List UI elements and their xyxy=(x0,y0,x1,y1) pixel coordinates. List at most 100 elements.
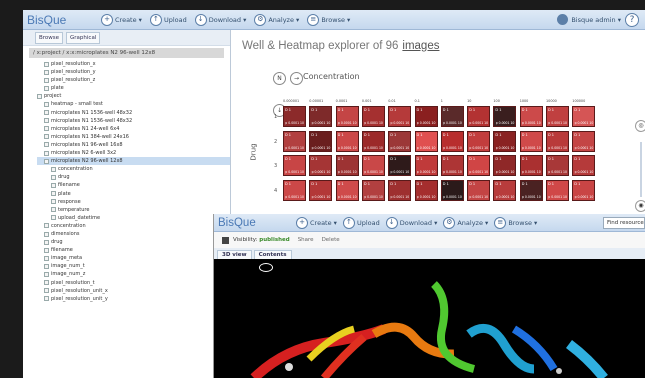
heatmap-well[interactable]: D 1 p 0.0001 10 xyxy=(546,106,569,127)
heatmap-well[interactable]: D 1 p 0.0001 10 xyxy=(414,106,438,127)
tree-node[interactable]: project xyxy=(37,92,230,100)
heatmap-well[interactable]: D 1 p 0.0001 10 xyxy=(414,130,438,152)
heatmap-well[interactable]: D 1 p 0.0001 10 xyxy=(440,179,464,201)
heatmap-well[interactable]: D 1 p 0.0001 10 xyxy=(361,179,385,201)
delete-button[interactable]: Delete xyxy=(322,237,340,243)
heatmap-well[interactable]: D 1 p 0.0001 10 xyxy=(467,179,491,201)
heatmap-well[interactable]: D 1 p 0.0001 10 xyxy=(572,106,596,127)
heatmap-well[interactable]: D 1 p 0.0001 10 xyxy=(572,179,596,201)
tree-node[interactable]: concentration xyxy=(37,222,230,230)
toggle-n-button[interactable]: N xyxy=(273,72,286,85)
heatmap-well[interactable]: D 1 p 0.0001 10 xyxy=(467,130,491,152)
tree-node[interactable]: image_meta xyxy=(37,254,230,262)
heatmap-well[interactable]: D 1 p 0.0001 10 xyxy=(335,106,359,127)
tab-graphical[interactable]: Graphical xyxy=(66,31,101,44)
heatmap-well[interactable]: D 1 p 0.0001 10 xyxy=(546,155,569,176)
heatmap-well[interactable]: D 1 p 0.0001 10 xyxy=(335,155,359,176)
tree-node[interactable]: filename xyxy=(37,181,230,189)
nav-browse-button[interactable]: ≡ Browse ▾ xyxy=(307,13,350,26)
overlay-nav-analyze-button[interactable]: ⚙ Analyze ▾ xyxy=(443,216,488,229)
heatmap-well[interactable]: D 1 p 0.0001 10 xyxy=(283,179,306,201)
heatmap-well[interactable]: D 1 p 0.0001 10 xyxy=(414,179,438,201)
heatmap-well[interactable]: D 1 p 0.0001 10 xyxy=(440,130,464,152)
heatmap-well[interactable]: D 1 p 0.0001 10 xyxy=(283,155,306,176)
tree-node[interactable]: pixel_resolution_x xyxy=(37,60,230,68)
tree-node[interactable]: microplates N2 6-well 3x2 xyxy=(37,149,230,157)
tree-node[interactable]: heatmap - small test xyxy=(37,100,230,108)
heatmap-well[interactable]: D 1 p 0.0001 10 xyxy=(493,179,517,201)
tree-node[interactable]: microplates N2 96-well 12x8 xyxy=(37,157,230,166)
tree-node[interactable]: microplates N1 96-well 16x8 xyxy=(37,141,230,149)
heatmap-well[interactable]: D 1 p 0.0001 10 xyxy=(309,130,333,152)
tree-node[interactable]: response xyxy=(37,198,230,206)
share-button[interactable]: Share xyxy=(298,237,314,243)
images-link[interactable]: images xyxy=(402,40,439,52)
protein-3d-viewer[interactable] xyxy=(214,259,645,378)
heatmap-well[interactable]: D 1 p 0.0001 10 xyxy=(361,155,385,176)
heatmap-well[interactable]: D 1 p 0.0001 10 xyxy=(388,130,412,152)
heatmap-well[interactable]: D 1 p 0.0001 10 xyxy=(467,106,491,127)
overlay-nav-plus-button[interactable]: + Create ▾ xyxy=(296,216,337,229)
nav-upload-button[interactable]: ↑ Upload xyxy=(149,13,187,26)
heatmap-well[interactable]: D 1 p 0.0001 10 xyxy=(572,155,596,176)
heatmap-well[interactable]: D 1 p 0.0001 10 xyxy=(309,155,333,176)
heatmap-well[interactable]: D 1 p 0.0001 10 xyxy=(440,155,464,176)
tree-node[interactable]: image_num_t xyxy=(37,262,230,270)
heatmap-well[interactable]: D 1 p 0.0001 10 xyxy=(361,106,385,127)
heatmap-well[interactable]: D 1 p 0.0001 10 xyxy=(572,130,596,152)
tree-node[interactable]: pixel_resolution_y xyxy=(37,68,230,76)
zoom-out-icon[interactable]: ◉ xyxy=(635,200,645,212)
heatmap-well[interactable]: D 1 p 0.0001 10 xyxy=(361,130,385,152)
tree-node[interactable]: plate xyxy=(37,190,230,198)
nav-download-button[interactable]: ↓ Download ▾ xyxy=(194,13,246,26)
nav-plus-button[interactable]: + Create ▾ xyxy=(101,13,142,26)
tree-node[interactable]: microplates N1 1536-well 48x32 xyxy=(37,117,230,125)
heatmap-well[interactable]: D 1 p 0.0001 10 xyxy=(519,106,543,127)
overlay-nav-browse-button[interactable]: ≡ Browse ▾ xyxy=(494,216,537,229)
heatmap-well[interactable]: D 1 p 0.0001 10 xyxy=(519,130,543,152)
user-menu[interactable]: Bisque admin ▾ xyxy=(557,14,621,25)
heatmap-well[interactable]: D 1 p 0.0001 10 xyxy=(283,130,306,152)
tree-node[interactable]: filename xyxy=(37,246,230,254)
tree-node[interactable]: pixel_resolution_t xyxy=(37,279,230,287)
tree-node[interactable]: microplates N1 1536-well 48x32 xyxy=(37,109,230,117)
heatmap-well[interactable]: D 1 p 0.0001 10 xyxy=(283,106,306,127)
heatmap-well[interactable]: D 1 p 0.0001 10 xyxy=(309,106,333,127)
heatmap-well[interactable]: D 1 p 0.0001 10 xyxy=(519,179,543,201)
find-resource-input[interactable]: Find resource xyxy=(603,217,645,229)
overlay-nav-download-button[interactable]: ↓ Download ▾ xyxy=(385,216,437,229)
tree-node[interactable]: image_num_z xyxy=(37,270,230,278)
heatmap-well[interactable]: D 1 p 0.0001 10 xyxy=(388,106,412,127)
heatmap-well[interactable]: D 1 p 0.0001 10 xyxy=(309,179,333,201)
tree-node[interactable]: drug xyxy=(37,238,230,246)
heatmap-well[interactable]: D 1 p 0.0001 10 xyxy=(414,155,438,176)
tree-node[interactable]: pixel_resolution_unit_y xyxy=(37,295,230,303)
tree-node[interactable]: microplates N1 384-well 24x16 xyxy=(37,133,230,141)
tree-node[interactable]: upload_datetime xyxy=(37,214,230,222)
tree-node[interactable]: drug xyxy=(37,173,230,181)
overlay-nav-upload-button[interactable]: ↑ Upload xyxy=(342,216,380,229)
tree-node[interactable]: pixel_resolution_unit_x xyxy=(37,287,230,295)
tree-node[interactable]: concentration xyxy=(37,165,230,173)
tree-node[interactable]: temperature xyxy=(37,206,230,214)
tree-node[interactable]: microplates N1 24-well 6x4 xyxy=(37,125,230,133)
tree-node[interactable]: dimensions xyxy=(37,230,230,238)
eye-icon[interactable] xyxy=(259,263,273,272)
tree-node[interactable]: plate xyxy=(37,84,230,92)
tab-3d-view[interactable]: 3D view xyxy=(217,250,252,259)
heatmap-well[interactable]: D 1 p 0.0001 10 xyxy=(519,155,543,176)
heatmap-well[interactable]: D 1 p 0.0001 10 xyxy=(467,155,491,176)
zoom-slider[interactable] xyxy=(640,142,642,197)
help-button[interactable]: ? xyxy=(625,13,639,27)
heatmap-well[interactable]: D 1 p 0.0001 10 xyxy=(388,155,412,176)
visibility-value[interactable]: published xyxy=(259,237,289,243)
heatmap-well[interactable]: D 1 p 0.0001 10 xyxy=(335,130,359,152)
heatmap-well[interactable]: D 1 p 0.0001 10 xyxy=(388,179,412,201)
heatmap-well[interactable]: D 1 p 0.0001 10 xyxy=(493,130,517,152)
heatmap-well[interactable]: D 1 p 0.0001 10 xyxy=(335,179,359,201)
tree-node[interactable]: pixel_resolution_z xyxy=(37,76,230,84)
heatmap-well[interactable]: D 1 p 0.0001 10 xyxy=(546,179,569,201)
heatmap-well[interactable]: D 1 p 0.0001 10 xyxy=(493,106,517,127)
heatmap-well[interactable]: D 1 p 0.0001 10 xyxy=(493,155,517,176)
zoom-in-icon[interactable]: ◎ xyxy=(635,120,645,132)
